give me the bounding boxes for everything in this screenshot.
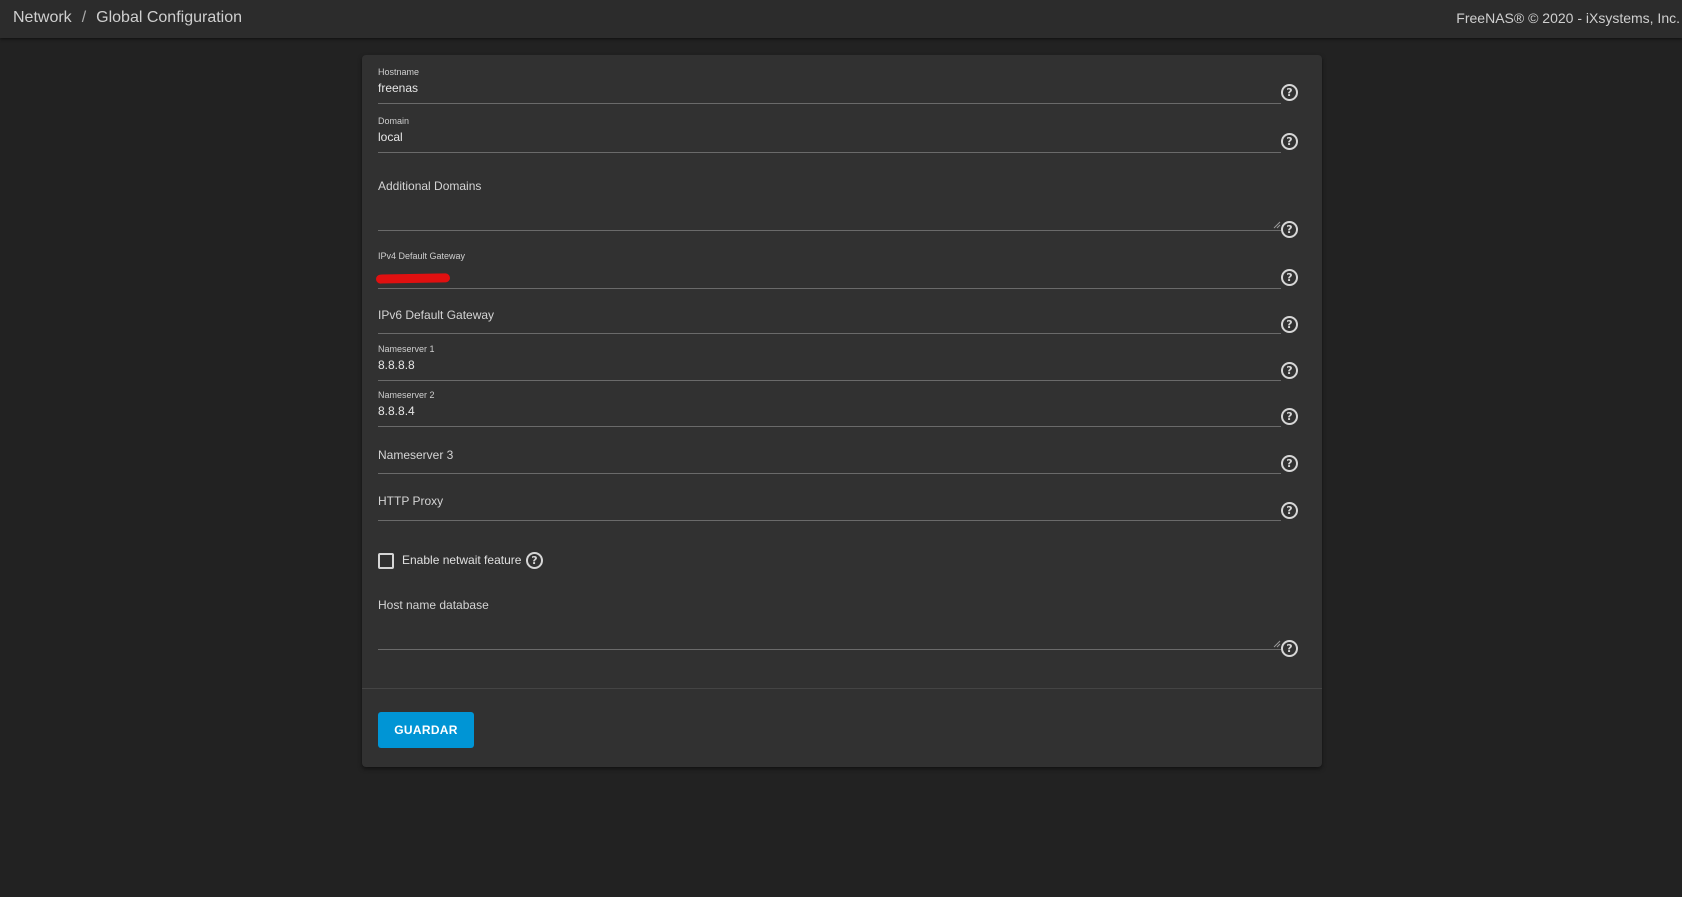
nameserver3-field[interactable]: Nameserver 3 xyxy=(378,438,1281,478)
ipv6-gateway-label: IPv6 Default Gateway xyxy=(378,308,495,322)
save-button[interactable]: GUARDAR xyxy=(378,712,474,748)
nameserver1-help-icon[interactable]: ? xyxy=(1281,362,1298,379)
additional-domains-label: Additional Domains xyxy=(378,179,482,193)
additional-domains-underline xyxy=(378,230,1281,231)
hostname-input[interactable]: freenas xyxy=(378,81,418,95)
domain-underline xyxy=(378,152,1281,153)
host-name-database-underline xyxy=(378,649,1281,650)
breadcrumb-global-configuration: Global Configuration xyxy=(96,9,243,26)
host-name-database-label: Host name database xyxy=(378,598,489,612)
breadcrumb-separator: / xyxy=(81,9,87,26)
nameserver1-label: Nameserver 1 xyxy=(378,344,435,354)
redaction-mark xyxy=(375,273,451,284)
copyright-text: FreeNAS® © 2020 - iXsystems, Inc. xyxy=(1456,10,1680,26)
nameserver1-field[interactable]: Nameserver 1 8.8.8.8 xyxy=(378,344,1281,384)
ipv4-gateway-label: IPv4 Default Gateway xyxy=(378,251,466,261)
netwait-checkbox[interactable] xyxy=(378,553,394,569)
netwait-help-icon[interactable]: ? xyxy=(526,552,543,569)
http-proxy-label: HTTP Proxy xyxy=(378,494,444,508)
domain-field[interactable]: Domain local xyxy=(378,116,1281,156)
host-name-database-help-icon[interactable]: ? xyxy=(1281,640,1298,657)
hostname-help-icon[interactable]: ? xyxy=(1281,84,1298,101)
ipv6-gateway-underline xyxy=(378,333,1281,334)
host-name-database-textarea[interactable]: Host name database xyxy=(378,591,1281,661)
additional-domains-textarea[interactable]: Additional Domains xyxy=(378,171,1281,241)
breadcrumb-network[interactable]: Network xyxy=(13,9,72,27)
domain-input[interactable]: local xyxy=(378,130,403,144)
top-bar: Network / Global Configuration FreeNAS® … xyxy=(0,0,1682,38)
netwait-label[interactable]: Enable netwait feature xyxy=(402,553,521,567)
nameserver1-underline xyxy=(378,380,1281,381)
http-proxy-field[interactable]: HTTP Proxy xyxy=(378,484,1281,524)
ipv6-gateway-help-icon[interactable]: ? xyxy=(1281,316,1298,333)
nameserver3-label: Nameserver 3 xyxy=(378,448,454,462)
nameserver2-field[interactable]: Nameserver 2 8.8.8.4 xyxy=(378,390,1281,430)
resize-handle-icon[interactable] xyxy=(1273,640,1281,648)
ipv4-gateway-help-icon[interactable]: ? xyxy=(1281,269,1298,286)
hostname-field[interactable]: Hostname freenas xyxy=(378,67,1281,107)
http-proxy-help-icon[interactable]: ? xyxy=(1281,502,1298,519)
additional-domains-help-icon[interactable]: ? xyxy=(1281,221,1298,238)
http-proxy-underline xyxy=(378,520,1281,521)
nameserver1-input[interactable]: 8.8.8.8 xyxy=(378,358,415,372)
nameserver3-underline xyxy=(378,473,1281,474)
nameserver2-underline xyxy=(378,426,1281,427)
resize-handle-icon[interactable] xyxy=(1273,221,1281,229)
nameserver2-help-icon[interactable]: ? xyxy=(1281,408,1298,425)
domain-help-icon[interactable]: ? xyxy=(1281,133,1298,150)
ipv4-gateway-underline xyxy=(378,288,1281,289)
ipv6-gateway-field[interactable]: IPv6 Default Gateway xyxy=(378,298,1281,338)
domain-label: Domain xyxy=(378,116,410,126)
breadcrumb: Network / Global Configuration xyxy=(13,9,242,27)
nameserver3-help-icon[interactable]: ? xyxy=(1281,455,1298,472)
hostname-underline xyxy=(378,103,1281,104)
nameserver2-label: Nameserver 2 xyxy=(378,390,435,400)
nameserver2-input[interactable]: 8.8.8.4 xyxy=(378,404,415,418)
card-divider xyxy=(362,688,1322,689)
ipv4-gateway-field[interactable]: IPv4 Default Gateway xyxy=(378,251,1281,291)
hostname-label: Hostname xyxy=(378,67,420,77)
global-configuration-card: Hostname freenas ? Domain local ? Additi… xyxy=(362,55,1322,767)
